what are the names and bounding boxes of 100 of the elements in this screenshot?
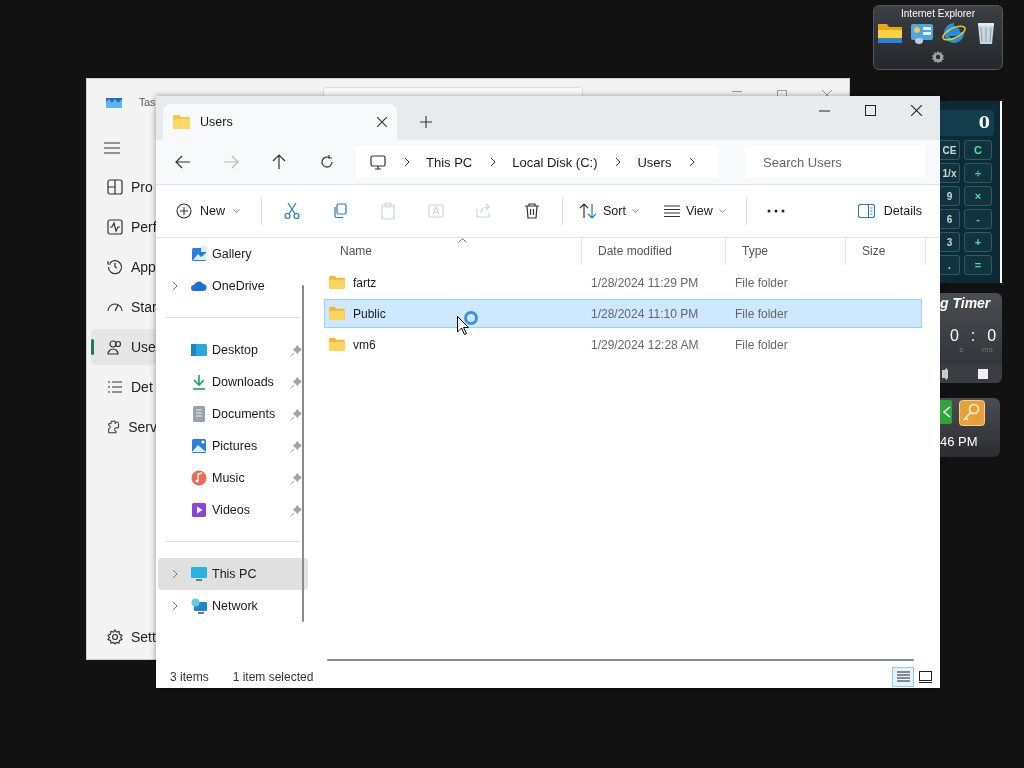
sidebar-item[interactable]: Music — [158, 462, 308, 494]
tiles-icon — [918, 670, 932, 683]
view-button[interactable]: View — [663, 195, 726, 227]
calculator-key[interactable]: 6 — [940, 209, 960, 229]
nav-item[interactable]: Use — [91, 329, 157, 365]
nav-item[interactable]: Perf — [91, 209, 157, 245]
clipboard-icon — [379, 202, 397, 220]
type-text: File folder — [735, 337, 788, 352]
column-header[interactable]: Type — [726, 238, 846, 265]
sort-button[interactable]: Sort — [579, 195, 639, 227]
search-field[interactable] — [323, 87, 583, 96]
seconds-reading: 0 — [949, 327, 959, 345]
pin-icon[interactable] — [291, 504, 302, 516]
calculator-key[interactable]: = — [964, 255, 992, 275]
nav-item[interactable]: Det — [91, 369, 157, 405]
chevron-icon[interactable] — [404, 157, 410, 167]
file-row[interactable]: vm6 1/29/2024 12:28 AM File folder — [324, 330, 922, 359]
pin-icon[interactable] — [291, 376, 302, 388]
maximize-icon[interactable] — [865, 105, 876, 116]
calculator-key[interactable]: + — [964, 232, 992, 252]
nav-item[interactable]: Pro — [91, 169, 157, 205]
calculator-display: 0 — [940, 110, 994, 136]
calculator-key[interactable]: ÷ — [964, 163, 992, 183]
pin-icon[interactable] — [291, 440, 302, 452]
close-icon[interactable] — [911, 105, 922, 116]
sidebar-item[interactable]: Documents — [158, 398, 308, 430]
close-icon[interactable] — [377, 117, 387, 127]
sidebar-item[interactable]: Videos — [158, 494, 308, 526]
cursor-icon — [457, 316, 469, 335]
sidebar-item[interactable]: Pictures — [158, 430, 308, 462]
share-icon[interactable] — [940, 400, 952, 424]
chevron-icon[interactable] — [689, 157, 696, 167]
calculator-key[interactable]: 1/x — [940, 163, 960, 183]
minimize-icon[interactable] — [732, 91, 742, 93]
address-bar[interactable]: This PC Local Disk (C:) Users — [356, 146, 719, 178]
up-button[interactable] — [270, 153, 288, 171]
back-button[interactable] — [174, 153, 192, 171]
nav-item[interactable]: Star — [91, 289, 157, 325]
calculator-key[interactable]: × — [964, 186, 992, 206]
millis-reading: 0 — [987, 327, 997, 345]
details-pane-button[interactable]: Details — [857, 195, 922, 227]
music-icon — [191, 470, 207, 486]
calculator-key[interactable]: 3 — [940, 232, 960, 252]
calculator-key[interactable]: . — [940, 255, 960, 275]
calculator-key[interactable]: 9 — [940, 186, 960, 206]
chevron-icon[interactable] — [490, 157, 497, 167]
column-header[interactable]: Date modified — [582, 238, 726, 265]
trash-icon — [523, 202, 541, 220]
sidebar-item[interactable]: Desktop — [158, 334, 308, 366]
busy-icon — [463, 310, 479, 326]
breadcrumb-item[interactable]: This PC — [426, 154, 473, 170]
window-title: Tas — [139, 96, 156, 108]
rename-icon — [427, 202, 445, 220]
pin-icon[interactable] — [291, 344, 302, 356]
monitor-icon — [370, 154, 386, 170]
control-panel-icon[interactable] — [909, 21, 935, 45]
scissors-icon — [283, 202, 301, 220]
gadget-title: g Timer — [940, 294, 992, 313]
nav-item[interactable]: Serv — [91, 409, 157, 445]
new-tab-icon[interactable] — [420, 116, 432, 128]
scrollbar[interactable] — [302, 285, 304, 622]
settings-item[interactable]: Sett — [91, 619, 157, 655]
refresh-button[interactable] — [318, 153, 336, 171]
key-icon[interactable] — [959, 400, 985, 426]
menu-icon[interactable] — [104, 142, 120, 154]
folder-icon — [329, 307, 345, 320]
column-header[interactable]: Size — [846, 238, 926, 265]
chevron-icon[interactable] — [615, 157, 622, 167]
sidebar-item[interactable]: OneDrive — [158, 270, 308, 302]
pin-icon[interactable] — [291, 408, 302, 420]
folder-icon[interactable] — [877, 21, 903, 45]
calculator-key[interactable]: - — [964, 209, 992, 229]
users-icon — [107, 339, 123, 355]
item-count: 3 items — [170, 669, 209, 684]
sidebar-item[interactable]: Network — [158, 590, 308, 622]
file-row[interactable]: fartz 1/28/2024 11:29 PM File folder — [324, 268, 922, 297]
tab[interactable]: Users — [163, 104, 397, 140]
clock-time: 46 PM — [940, 434, 979, 449]
column-header[interactable]: Name — [324, 238, 582, 265]
list-icon — [107, 379, 123, 395]
nav-item[interactable]: App — [91, 249, 157, 285]
sidebar-item[interactable]: Downloads — [158, 366, 308, 398]
browser-icon[interactable] — [941, 21, 967, 45]
sidebar-item[interactable]: Gallery — [158, 238, 308, 270]
sidebar-item[interactable]: This PC — [158, 558, 308, 590]
file-row[interactable]: Public 1/28/2024 11:10 PM File folder — [324, 299, 922, 328]
document-icon — [191, 406, 207, 422]
calculator-key[interactable]: CE — [940, 140, 960, 160]
calculator-key[interactable]: C — [964, 140, 992, 160]
scrollbar[interactable] — [327, 659, 914, 661]
app-logo-icon — [106, 96, 122, 108]
breadcrumb-item[interactable]: Local Disk (C:) — [512, 154, 598, 170]
breadcrumb-item[interactable]: Users — [637, 154, 672, 170]
pin-icon[interactable] — [291, 472, 302, 484]
search-field[interactable]: Search Users — [745, 146, 925, 178]
new-button[interactable]: New — [176, 195, 240, 227]
caret-icon — [718, 208, 726, 214]
file-name: Public — [353, 306, 386, 321]
selection-count: 1 item selected — [232, 669, 314, 684]
file-name: vm6 — [353, 337, 376, 352]
